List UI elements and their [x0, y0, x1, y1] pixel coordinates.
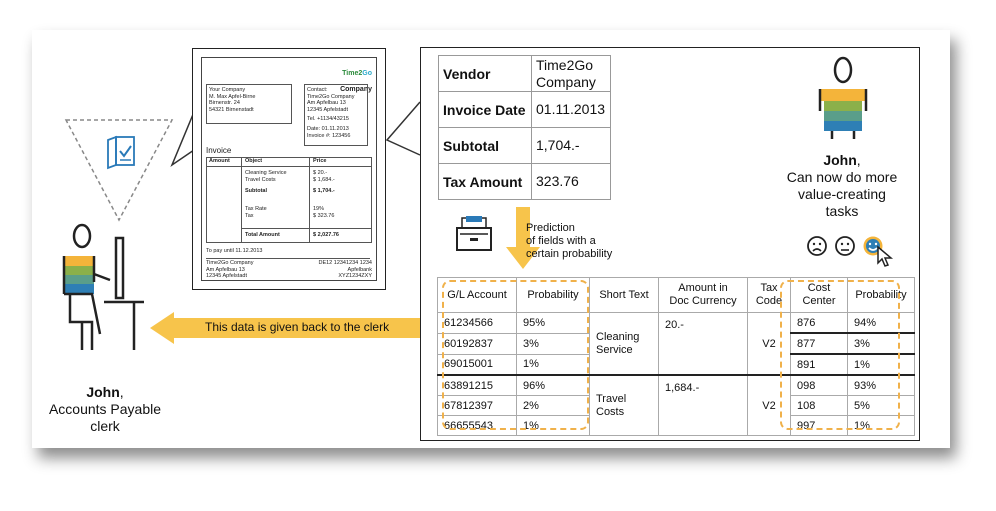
file-cabinet-icon: [456, 216, 492, 251]
subtotal-value: $ 1,704.-: [313, 188, 335, 194]
tax-values: 19% $ 323.76: [313, 206, 335, 219]
invoice-title: Invoice: [206, 146, 232, 155]
john-after-text: Can now do more value-creating tasks: [786, 169, 898, 219]
inv-total-line: [241, 228, 371, 229]
invoice-table: Amount Object Price Cleaning Service Tra…: [206, 157, 372, 243]
field-value: Time2Go Company: [531, 55, 611, 92]
clerk-caption: John, Accounts Payable clerk: [40, 384, 170, 435]
brand-part2: Go: [362, 70, 372, 77]
john-after-name: John: [823, 152, 857, 168]
clerk-name: John: [86, 384, 120, 400]
field-label: Subtotal: [438, 127, 532, 164]
amount-cell: 20.-: [658, 312, 748, 376]
short-text-cell: Cleaning Service: [589, 312, 659, 376]
john-after-caption: John, Can now do more value-creating tas…: [774, 152, 910, 220]
pay-until: To pay until 11.12.2013: [206, 248, 263, 254]
clerk-person-icon: [62, 223, 144, 350]
field-row: Vendor Time2Go Company: [438, 55, 611, 92]
invoice-no-line: Invoice #: 123456: [307, 132, 351, 139]
item-lines: Cleaning Service Travel Costs: [245, 170, 287, 183]
tax-labels: Tax Rate Tax: [245, 206, 267, 219]
invoice-inner: Time2Go Company Your Company M. Max Apfe…: [201, 57, 377, 281]
contact-block: Contact: Time2Go Company Am Apfelbau 13 …: [304, 84, 368, 146]
date-line: Date: 01.11.2013: [307, 125, 349, 132]
subtotal-label: Subtotal: [245, 188, 267, 194]
footer-right: DE12 12341234 1234 Apfelbank XYZ1234ZXY: [318, 260, 372, 280]
field-label: Invoice Date: [438, 91, 532, 128]
field-row: Subtotal 1,704.-: [438, 127, 611, 164]
price-lines: $ 20.- $ 1,684.-: [313, 170, 335, 183]
footer-left: Time2Go Company Am Apfelbau 13 12345 Apf…: [206, 260, 254, 280]
john-person-icon: [818, 56, 868, 139]
amount-cell: 1,684.-: [658, 374, 748, 436]
prediction-text: Prediction of fields with a certain prob…: [526, 222, 613, 260]
col-header: Amount in Doc Currency: [658, 277, 748, 313]
extracted-fields-table: Vendor Time2Go Company Invoice Date 01.11.…: [438, 55, 611, 200]
col-price: Price: [313, 158, 327, 164]
col-amount: Amount: [209, 158, 230, 164]
col-object: Object: [245, 158, 263, 164]
tel-line: Tel. +1134/43215: [307, 116, 349, 123]
field-value: 01.11.2013: [531, 91, 611, 128]
brand-part1: Time2: [342, 70, 363, 77]
cursor-icon: [877, 245, 894, 267]
field-label: Vendor: [438, 55, 532, 92]
clerk-comma: ,: [119, 384, 124, 400]
short-text-cell: Travel Costs: [589, 374, 659, 436]
col-header: Short Text: [589, 277, 659, 313]
return-arrow-label: This data is given back to the clerk: [205, 320, 390, 334]
field-label: Tax Amount: [438, 163, 532, 200]
sad-face-icon: [807, 236, 827, 256]
cost-center-highlight: [780, 280, 900, 430]
invoice-document: Time2Go Company Your Company M. Max Apfe…: [192, 48, 386, 290]
inv-vline-2: [309, 158, 310, 242]
total-label: Total Amount: [245, 232, 280, 238]
field-row: Invoice Date 01.11.2013: [438, 91, 611, 128]
clerk-role: Accounts Payable clerk: [48, 401, 162, 434]
sender-block: Your Company M. Max Apfel-Birne Birnenst…: [206, 84, 292, 124]
document-check-icon: [107, 135, 135, 170]
footer-rule: [206, 258, 370, 259]
inv-vline-1: [241, 158, 242, 242]
neutral-face-icon: [835, 236, 855, 256]
gl-highlight: [442, 280, 589, 430]
inv-header: Amount Object Price: [207, 158, 371, 167]
contact-lines: Contact: Time2Go Company Am Apfelbau 13 …: [307, 87, 355, 113]
field-value: 1,704.-: [531, 127, 611, 164]
field-value: 323.76: [531, 163, 611, 200]
total-value: $ 2,027.76: [313, 232, 339, 238]
field-row: Tax Amount 323.76: [438, 163, 611, 200]
speech-connector-right: [385, 101, 421, 156]
john-after-comma: ,: [856, 152, 861, 168]
